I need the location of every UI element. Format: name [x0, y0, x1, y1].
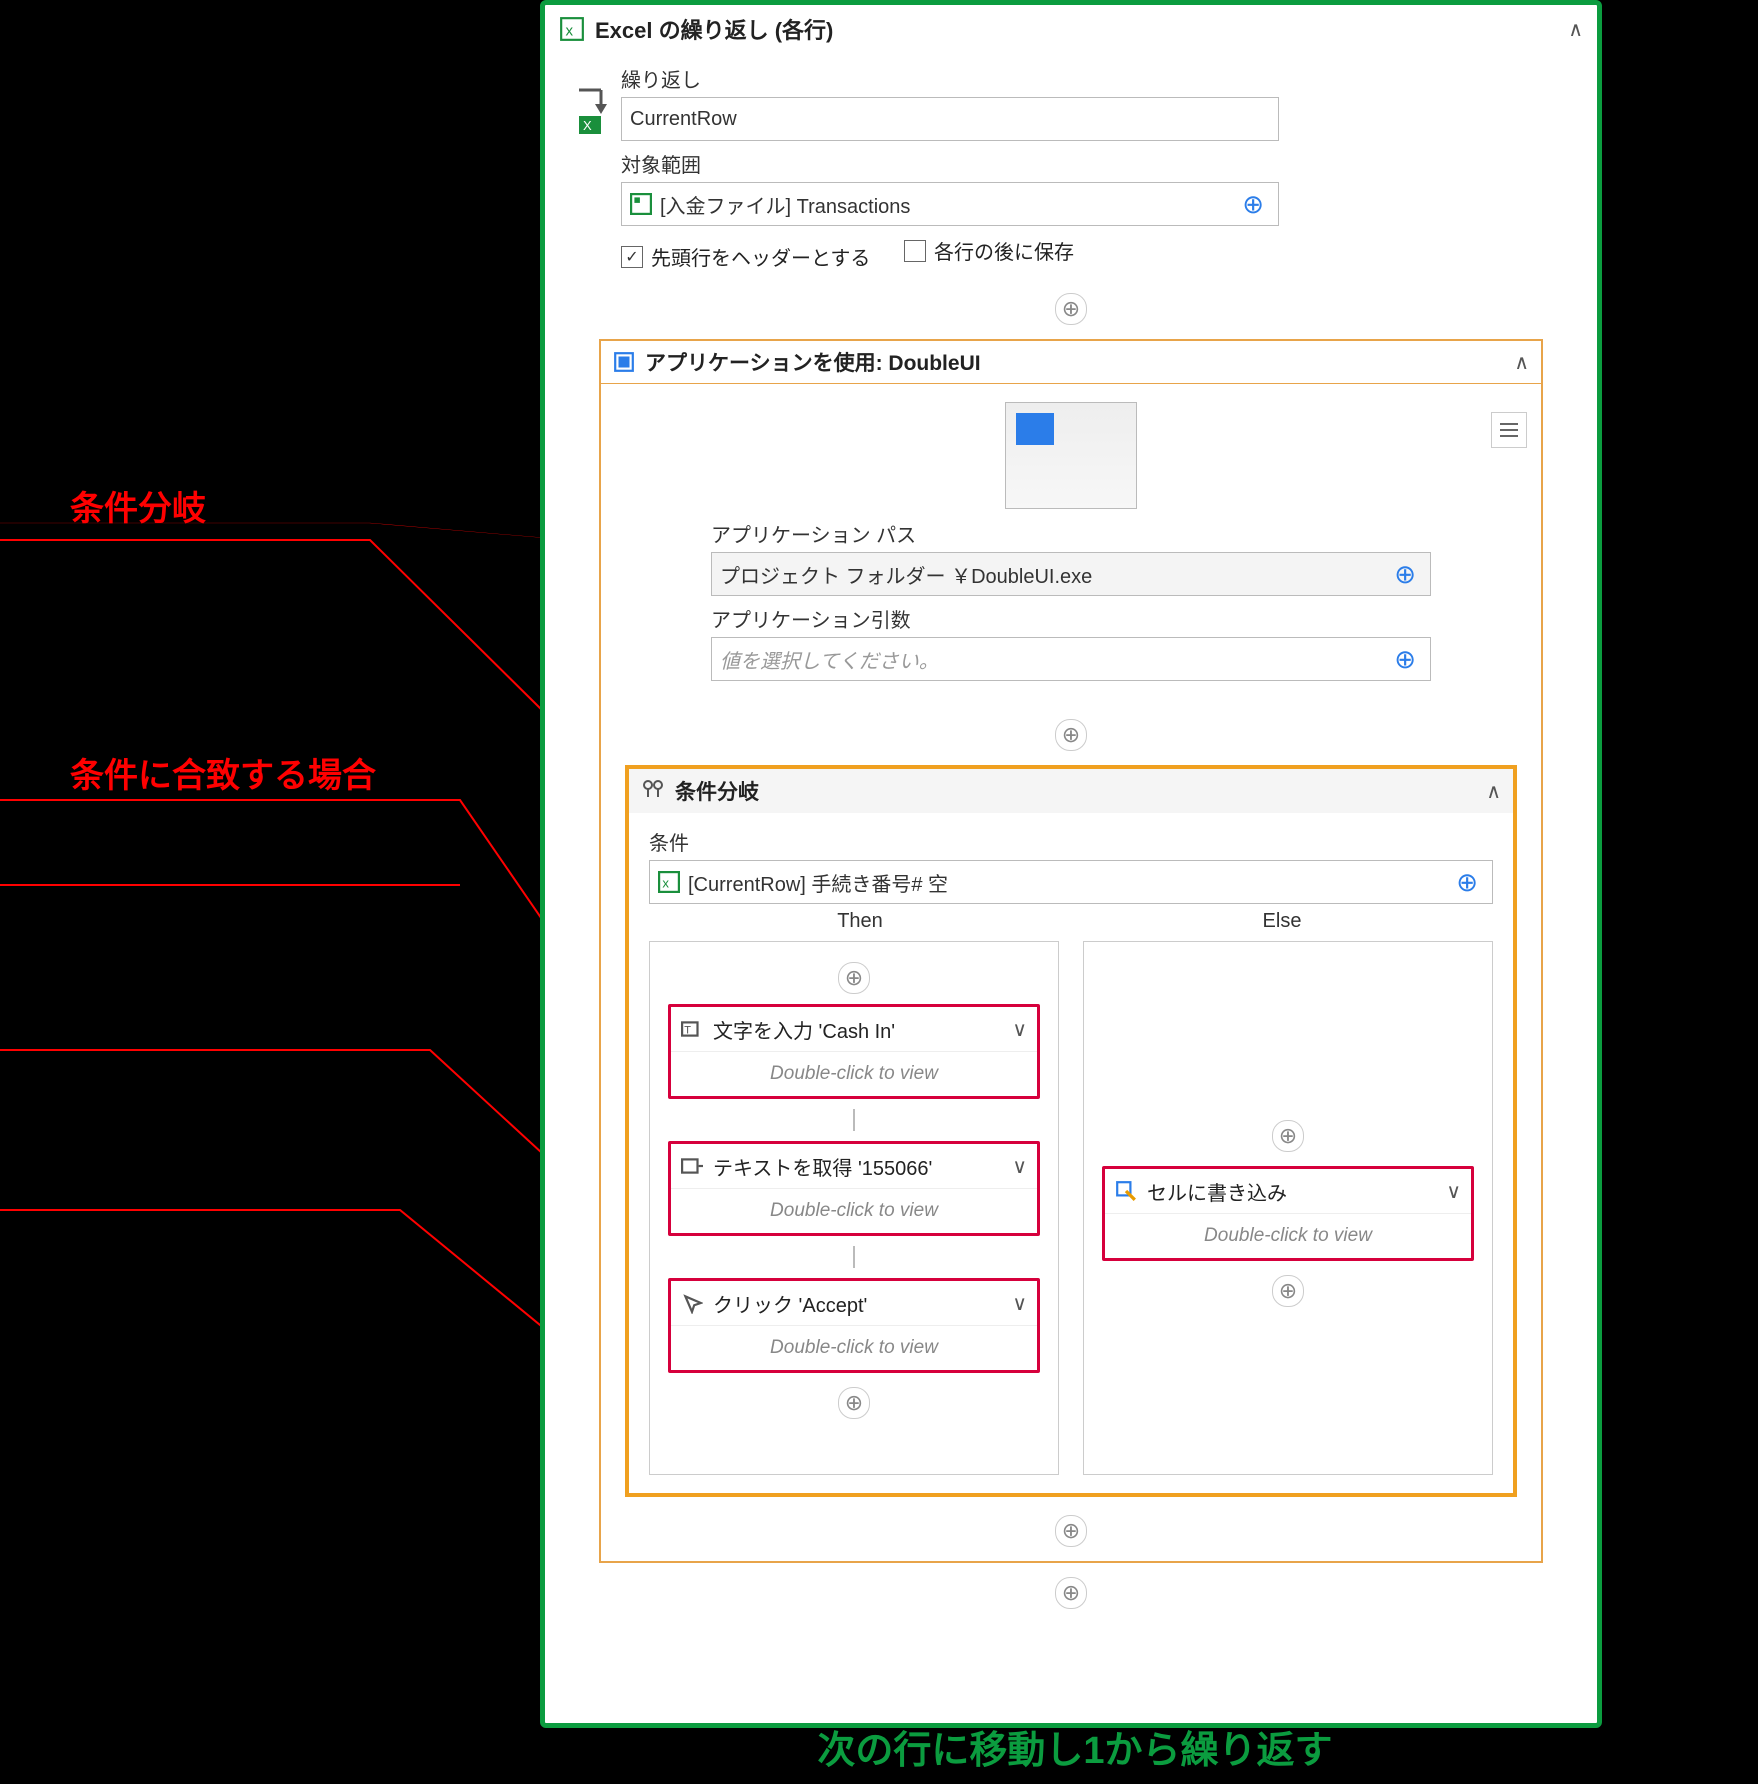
type-into-icon: T [681, 1018, 703, 1040]
write-cell-activity[interactable]: セルに書き込み ∨ Double-click to view [1102, 1166, 1474, 1261]
add-activity-button[interactable]: ⊕ [1272, 1120, 1304, 1152]
get-text-activity[interactable]: テキストを取得 '155066' ∨ Double-click to view [668, 1141, 1040, 1236]
range-icon [630, 193, 652, 215]
target-app-thumbnail[interactable] [1005, 402, 1137, 509]
get-text-icon [681, 1155, 703, 1177]
then-branch: ⊕ T 文字を入力 'Cash In' ∨ Double-click to vi… [649, 941, 1059, 1475]
app-args-label: アプリケーション引数 [711, 604, 1431, 633]
collapse-icon[interactable]: ∧ [1568, 17, 1583, 42]
if-activity: 条件分岐 ∧ 条件 x [CurrentRow] 手続き番号# 空 ⊕ Then… [625, 765, 1517, 1497]
collapse-icon[interactable]: ∧ [1514, 350, 1529, 375]
flow-connector [853, 1109, 855, 1131]
add-activity-button[interactable]: ⊕ [1055, 719, 1087, 751]
excel-loop-icon: x [559, 16, 585, 42]
add-activity-button[interactable]: ⊕ [1272, 1275, 1304, 1307]
chevron-down-icon[interactable]: ∨ [1012, 1017, 1027, 1042]
excel-foreach-activity: x Excel の繰り返し (各行) ∧ X 繰り返し CurrentRow [540, 0, 1602, 1728]
add-activity-button[interactable]: ⊕ [838, 962, 870, 994]
chevron-down-icon[interactable]: ∨ [1012, 1154, 1027, 1179]
chevron-down-icon[interactable]: ∨ [1446, 1179, 1461, 1204]
scope-header[interactable]: アプリケーションを使用: DoubleUI ∧ [601, 341, 1541, 384]
plus-button[interactable]: ⊕ [1388, 559, 1422, 590]
else-branch: ⊕ セルに書き込み ∨ Double-click to view [1083, 941, 1493, 1475]
if-icon [641, 779, 665, 803]
click-activity[interactable]: クリック 'Accept' ∨ Double-click to view [668, 1278, 1040, 1373]
add-activity-button[interactable]: ⊕ [838, 1387, 870, 1419]
svg-text:x: x [566, 23, 574, 40]
app-path-label: アプリケーション パス [711, 519, 1431, 548]
else-label: Else [1071, 910, 1493, 933]
condition-label: 条件 [649, 827, 1493, 856]
annotation-loop-footer: 次の行に移動し1から繰り返す [540, 1728, 1610, 1776]
click-icon [681, 1292, 703, 1314]
double-click-hint: Double-click to view [671, 1188, 1037, 1233]
svg-text:X: X [583, 118, 592, 133]
app-args-field[interactable]: 値を選択してください。 ⊕ [711, 637, 1431, 681]
plus-button[interactable]: ⊕ [1450, 867, 1484, 898]
excel-cell-icon: x [658, 871, 680, 893]
app-path-field[interactable]: プロジェクト フォルダー ￥DoubleUI.exe ⊕ [711, 552, 1431, 596]
add-activity-button[interactable]: ⊕ [1055, 1515, 1087, 1547]
add-activity-button[interactable]: ⊕ [1055, 1577, 1087, 1609]
add-activity-button[interactable]: ⊕ [1055, 293, 1087, 325]
collapse-icon[interactable]: ∧ [1486, 779, 1501, 804]
type-into-activity[interactable]: T 文字を入力 'Cash In' ∨ Double-click to view [668, 1004, 1040, 1099]
if-header[interactable]: 条件分岐 ∧ [629, 769, 1513, 813]
loop-arrow-icon: X [575, 86, 609, 136]
repeat-field[interactable]: CurrentRow [621, 97, 1279, 141]
app-scope-icon [613, 351, 635, 373]
svg-text:T: T [684, 1024, 691, 1036]
plus-button[interactable]: ⊕ [1388, 644, 1422, 675]
range-label: 対象範囲 [621, 149, 1567, 178]
condition-field[interactable]: x [CurrentRow] 手続き番号# 空 ⊕ [649, 860, 1493, 904]
checkbox-checked-icon: ✓ [621, 246, 643, 268]
hamburger-menu-icon[interactable] [1491, 412, 1527, 448]
flow-connector [853, 1246, 855, 1268]
range-field[interactable]: [入金ファイル] Transactions ⊕ [621, 182, 1279, 226]
save-after-row-checkbox[interactable]: 各行の後に保存 [904, 236, 1074, 265]
chevron-down-icon[interactable]: ∨ [1012, 1291, 1027, 1316]
double-click-hint: Double-click to view [1105, 1213, 1471, 1258]
svg-text:x: x [662, 876, 669, 891]
double-click-hint: Double-click to view [671, 1051, 1037, 1096]
header-checkbox[interactable]: ✓ 先頭行をヘッダーとする [621, 242, 870, 271]
use-application-scope: アプリケーションを使用: DoubleUI ∧ アプリケーション パス プロジェ… [599, 339, 1543, 1563]
double-click-hint: Double-click to view [671, 1325, 1037, 1370]
write-cell-icon [1115, 1180, 1137, 1202]
checkbox-empty-icon [904, 240, 926, 262]
then-label: Then [649, 910, 1071, 933]
repeat-label: 繰り返し [621, 64, 1567, 93]
activity-header[interactable]: x Excel の繰り返し (各行) ∧ [545, 5, 1597, 54]
range-plus-button[interactable]: ⊕ [1236, 189, 1270, 220]
activity-title: Excel の繰り返し (各行) [595, 13, 833, 45]
